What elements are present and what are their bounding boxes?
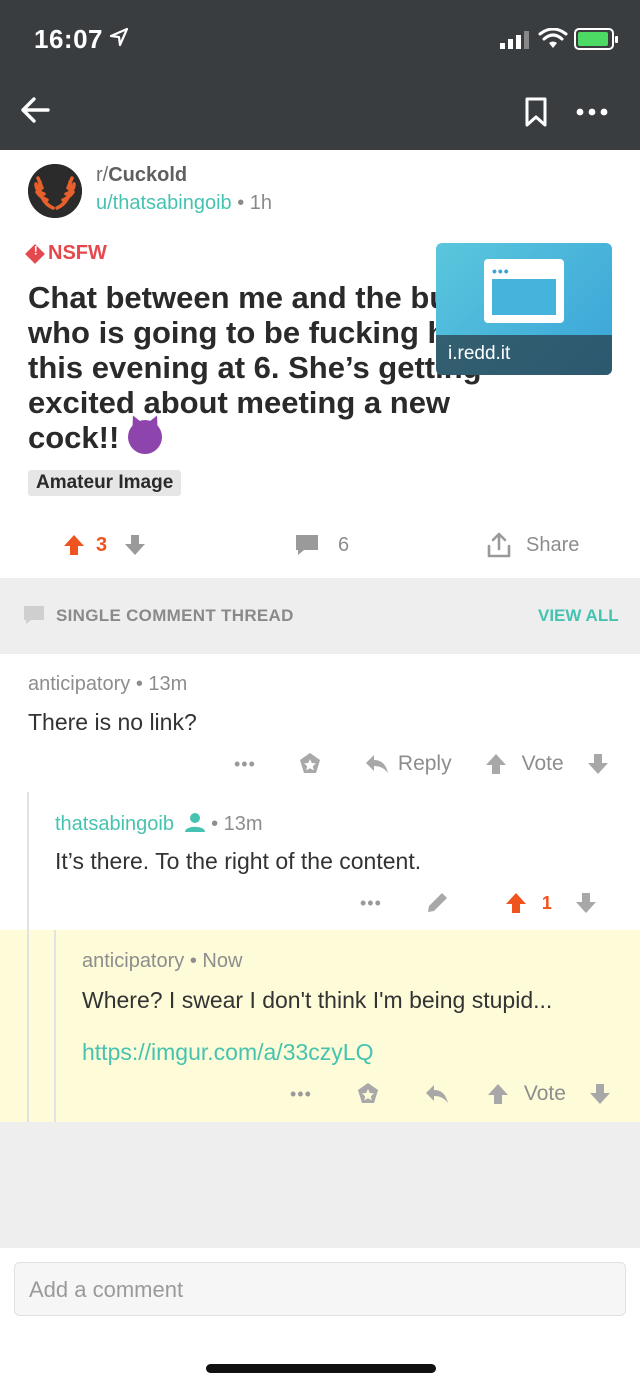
subreddit-name[interactable]: r/Cuckold [96, 164, 187, 187]
more-dots-icon[interactable]: ••• [234, 754, 256, 775]
vote-label: Vote [521, 752, 564, 775]
comment-body: There is no link? [28, 709, 197, 735]
comment-actions: ••• Vote [290, 1080, 612, 1108]
share-label: Share [526, 533, 580, 556]
comment-meta: thatsabingoib • 13m [55, 812, 263, 836]
thumbnail-domain: i.redd.it [436, 335, 612, 375]
vote-group: Vote [486, 1082, 612, 1106]
comment-actions: ••• Reply Vote [234, 750, 610, 778]
view-all-link[interactable]: VIEW ALL [538, 606, 619, 626]
status-time: 16:07 [34, 24, 103, 54]
reply-arrow-icon[interactable] [424, 1083, 450, 1105]
reply-button[interactable]: Reply [364, 752, 452, 776]
downvote-arrow-icon[interactable] [586, 752, 610, 776]
award-icon[interactable] [354, 1080, 382, 1108]
downvote-arrow-icon[interactable] [588, 1082, 612, 1106]
comment-body: Where? I swear I don't think I'm being s… [82, 987, 553, 1013]
cellular-signal-icon [500, 31, 529, 49]
post-score: 3 [96, 533, 108, 556]
thread-line [54, 930, 56, 1122]
subreddit-avatar[interactable] [28, 164, 82, 218]
thread-line [27, 930, 29, 1122]
comment-actions: ••• 1 [360, 890, 598, 916]
post-title[interactable]: Chat between me and the bull who is goin… [28, 280, 488, 455]
browser-window-icon: ••• [484, 259, 564, 323]
battery-icon [574, 28, 618, 50]
home-indicator[interactable] [206, 1364, 436, 1373]
comment-link[interactable]: https://imgur.com/a/33czyLQ [82, 1039, 373, 1066]
comments-count: 6 [338, 533, 350, 556]
thread-end-spacer [0, 1122, 640, 1248]
vote-group: 1 [504, 891, 598, 915]
post-author[interactable]: u/thatsabingoib [96, 192, 232, 214]
add-comment-placeholder: Add a comment [29, 1277, 184, 1302]
vote-group: 3 [62, 530, 147, 560]
comment-age: • 13m [135, 673, 188, 695]
comment-body: It’s there. To the right of the content. [55, 848, 422, 874]
post-author-line: u/thatsabingoib • 1h [96, 192, 272, 215]
bookmark-icon[interactable] [522, 96, 550, 128]
upvote-arrow-icon[interactable] [62, 533, 86, 557]
reply-arrow-icon [365, 755, 388, 773]
op-user-icon [184, 813, 205, 832]
nsfw-badge: NSFW [25, 242, 107, 265]
comments-button[interactable]: 6 [294, 530, 349, 560]
screen: 16:07 r/Cuckold u/thatsabingoib • 1h ! N… [0, 0, 640, 1388]
back-arrow-icon[interactable] [18, 92, 54, 128]
post-flair: Amateur Image [28, 470, 182, 496]
downvote-arrow-icon[interactable] [574, 891, 598, 915]
warning-diamond-icon [25, 243, 45, 264]
downvote-arrow-icon[interactable] [123, 533, 147, 557]
more-options-icon[interactable] [572, 96, 612, 126]
post-age: • 1h [237, 192, 273, 214]
vote-group: Vote [484, 752, 610, 776]
devil-emoji-icon [127, 420, 162, 454]
comment-score: 1 [541, 892, 552, 913]
more-dots-icon[interactable]: ••• [290, 1084, 312, 1105]
vote-label: Vote [523, 1082, 566, 1105]
wifi-icon [538, 28, 568, 48]
comment-age: • 13m [211, 813, 263, 835]
more-dots-icon[interactable]: ••• [360, 893, 382, 914]
thread-label: SINGLE COMMENT THREAD [56, 606, 294, 625]
award-icon[interactable] [296, 750, 324, 778]
comment-thread-icon [24, 606, 44, 624]
share-button[interactable]: Share [486, 530, 579, 560]
comment-author[interactable]: anticipatory [28, 673, 130, 695]
edit-pencil-icon[interactable] [424, 890, 450, 916]
comment-author[interactable]: anticipatory [82, 950, 184, 972]
add-comment-input[interactable]: Add a comment [14, 1262, 626, 1316]
link-thumbnail[interactable]: ••• i.redd.it [436, 243, 612, 375]
location-arrow-icon [109, 27, 129, 47]
comment-author[interactable]: thatsabingoib [55, 813, 174, 835]
upvote-arrow-icon[interactable] [504, 891, 528, 915]
antlers-icon [28, 164, 82, 218]
upvote-arrow-icon[interactable] [486, 1082, 510, 1106]
share-icon [487, 532, 511, 558]
upvote-arrow-icon[interactable] [484, 752, 508, 776]
comment-bubble-icon [296, 535, 318, 555]
comment-meta: anticipatory • Now [82, 950, 242, 973]
comment-age: • Now [189, 950, 243, 972]
comment-meta: anticipatory • 13m [28, 673, 187, 696]
top-bar: 16:07 [0, 0, 640, 150]
